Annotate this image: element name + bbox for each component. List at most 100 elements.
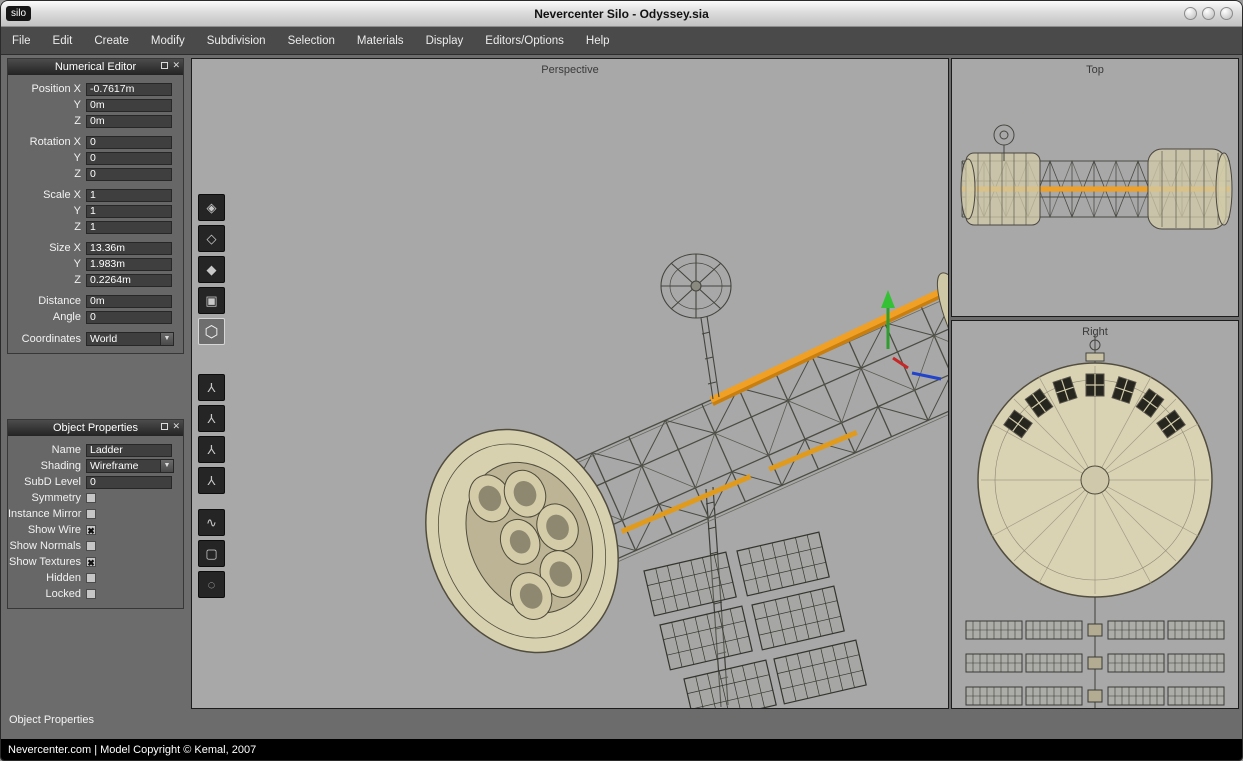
size-y-input[interactable] [86,258,172,271]
right-viewport[interactable]: Right [951,320,1239,709]
soft-selection-button[interactable]: ∿ [198,509,225,536]
maximize-button[interactable] [1202,7,1215,20]
collapse-panel-icon[interactable] [161,62,168,69]
menu-modify[interactable]: Modify [140,35,196,47]
object-mode-button[interactable]: ▣ [198,287,225,314]
shading-dropdown[interactable]: Wireframe ▼ [86,459,174,473]
edge-mode-icon: ◇ [207,231,217,247]
marquee-select-button[interactable]: ▢ [198,540,225,567]
universal-manipulator-button[interactable]: Y [198,467,225,494]
rotate-tool-button[interactable]: Y [198,405,225,432]
flag-label: Symmetry [8,492,86,504]
flag-row: Show Textures✖ [8,554,179,570]
menu-help[interactable]: Help [575,35,621,47]
numeric-row: Scale X [8,187,179,203]
menu-materials[interactable]: Materials [346,35,415,47]
angle-input[interactable] [86,311,172,324]
marquee-select-icon: ▢ [205,546,217,562]
rotation-x-input[interactable] [86,136,172,149]
window-controls [1184,7,1233,20]
flag-row: Instance Mirror [8,506,179,522]
numerical-editor-header[interactable]: Numerical Editor ✕ [8,59,183,75]
menu-display[interactable]: Display [415,35,475,47]
coordinates-label: Coordinates [8,333,86,345]
coordinates-dropdown[interactable]: World ▼ [86,332,174,346]
size-z-input[interactable] [86,274,172,287]
menu-bar: File Edit Create Modify Subdivision Sele… [1,27,1242,55]
numeric-row: Rotation X [8,134,179,150]
coordinates-value: World [87,333,160,345]
menu-edit[interactable]: Edit [42,35,84,47]
window-title: Nevercenter Silo - Odyssey.sia [1,7,1242,21]
vertex-mode-button[interactable]: ◈ [198,194,225,221]
field-label: Y [8,258,86,270]
right-canvas[interactable] [952,321,1238,708]
show-textures-checkbox[interactable]: ✖ [86,557,96,567]
object-properties-header[interactable]: Object Properties ✕ [8,420,183,436]
numeric-row: Y [8,150,179,166]
numeric-row: Z [8,113,179,129]
perspective-viewport[interactable]: Perspective [191,58,949,709]
face-mode-button[interactable]: ◆ [198,256,225,283]
scale-y-input[interactable] [86,205,172,218]
lasso-select-button[interactable]: ◌ [198,571,225,598]
distance-input[interactable] [86,295,172,308]
top-viewport[interactable]: Top [951,58,1239,317]
position-x-input[interactable] [86,83,172,96]
flag-row: Show Wire✖ [8,522,179,538]
numeric-row: Z [8,166,179,182]
flag-label: Instance Mirror [8,508,86,520]
numerical-editor-title: Numerical Editor [55,61,136,73]
instance-mirror-checkbox[interactable] [86,509,96,519]
scale-x-input[interactable] [86,189,172,202]
rotate-tool-icon: Y [207,411,216,426]
menu-subdivision[interactable]: Subdivision [196,35,277,47]
top-canvas[interactable] [952,59,1238,316]
footer-text: Nevercenter.com | Model Copyright © Kema… [8,744,256,756]
menu-selection[interactable]: Selection [277,35,346,47]
close-panel-icon[interactable]: ✕ [172,422,180,431]
name-label: Name [8,444,86,456]
rotation-z-input[interactable] [86,168,172,181]
scale-tool-icon: Y [207,442,216,457]
scale-z-input[interactable] [86,221,172,234]
dish-antenna [661,254,731,399]
title-bar[interactable]: silo Nevercenter Silo - Odyssey.sia [1,1,1242,27]
menu-create[interactable]: Create [83,35,140,47]
close-button[interactable] [1220,7,1233,20]
edge-mode-button[interactable]: ◇ [198,225,225,252]
symmetry-checkbox[interactable] [86,493,96,503]
position-z-input[interactable] [86,115,172,128]
flag-row: Locked [8,586,179,602]
show-normals-checkbox[interactable] [86,541,96,551]
subd-level-input[interactable] [86,476,172,489]
rotation-y-input[interactable] [86,152,172,165]
field-label: Y [8,152,86,164]
collapse-panel-icon[interactable] [161,423,168,430]
engine-module [391,399,653,684]
scale-tool-button[interactable]: Y [198,436,225,463]
numeric-row: Z [8,219,179,235]
hidden-checkbox[interactable] [86,573,96,583]
flag-row: Hidden [8,570,179,586]
locked-checkbox[interactable] [86,589,96,599]
menu-file[interactable]: File [1,35,42,47]
z-axis-handle [912,373,941,379]
menu-editors-options[interactable]: Editors/Options [474,35,575,47]
field-label: Z [8,274,86,286]
move-tool-button[interactable]: Y [198,374,225,401]
show-wire-checkbox[interactable]: ✖ [86,525,96,535]
chevron-down-icon: ▼ [160,460,173,472]
multi-mode-icon: ⬡ [205,322,219,342]
numeric-row: Y [8,97,179,113]
position-y-input[interactable] [86,99,172,112]
shading-value: Wireframe [87,460,160,472]
object-name-input[interactable] [86,444,172,457]
size-x-input[interactable] [86,242,172,255]
perspective-canvas[interactable] [192,59,948,708]
multi-mode-button[interactable]: ⬡ [198,318,225,345]
lasso-select-icon: ◌ [208,577,216,592]
field-label: Z [8,115,86,127]
minimize-button[interactable] [1184,7,1197,20]
close-panel-icon[interactable]: ✕ [172,61,180,70]
